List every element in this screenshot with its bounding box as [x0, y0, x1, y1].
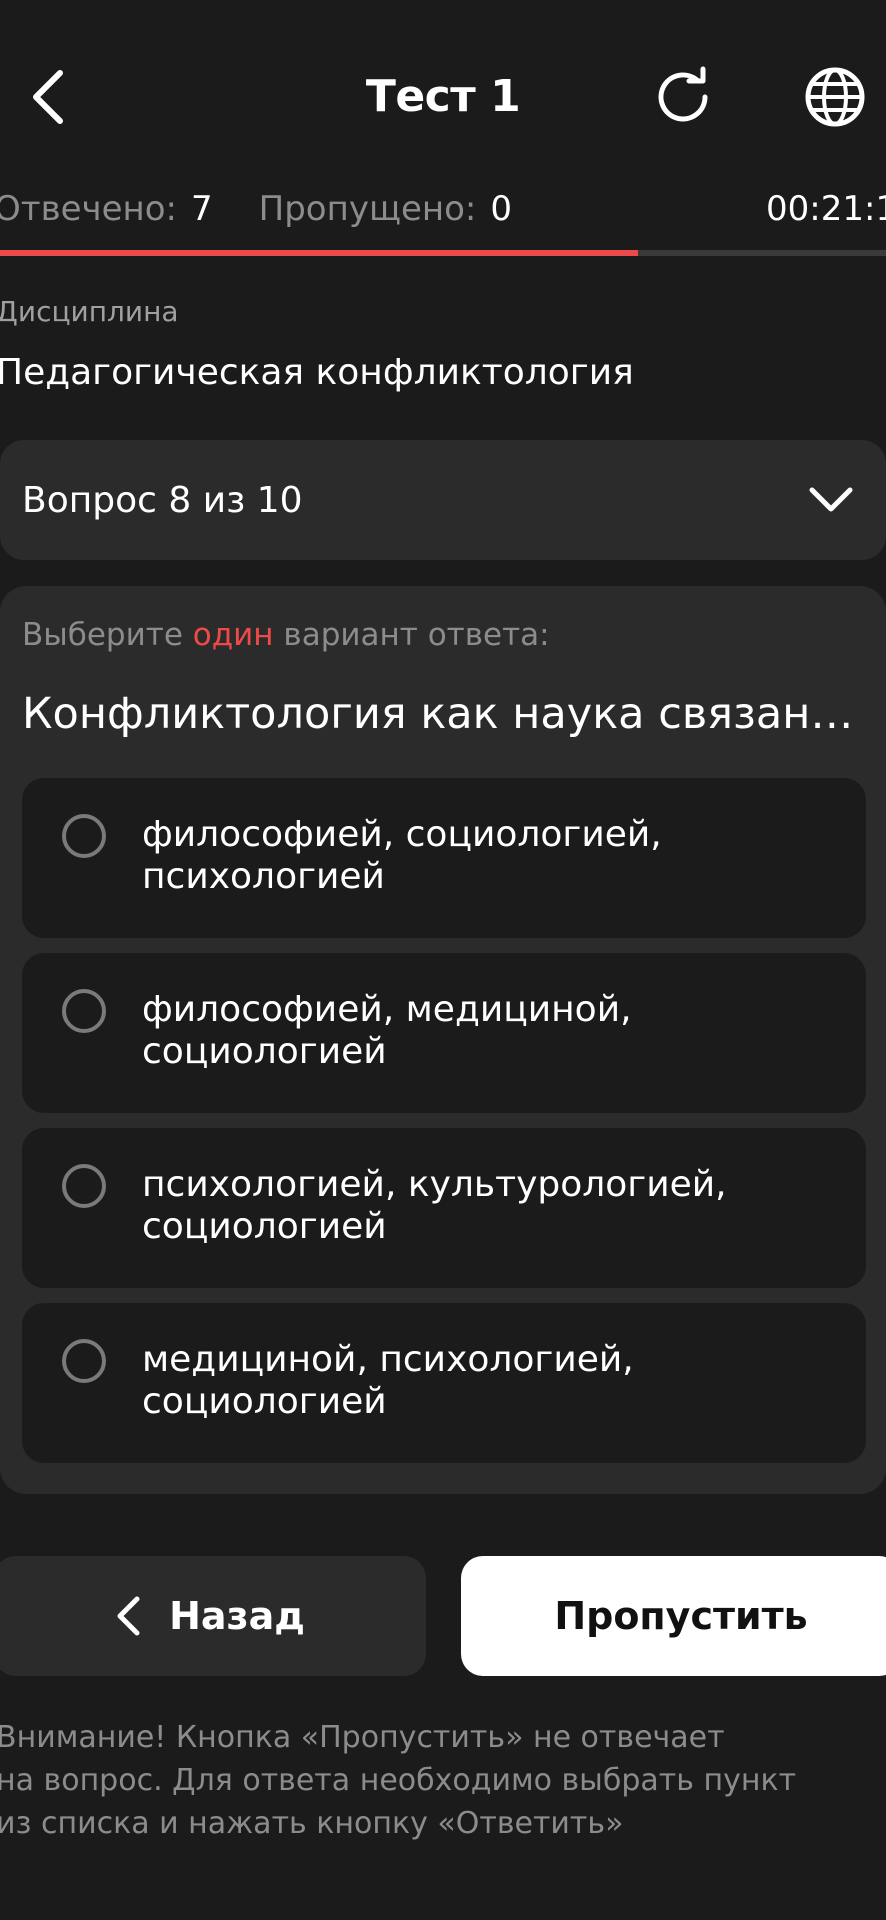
answer-option[interactable]: философией, медициной, социологией — [22, 953, 866, 1113]
refresh-button[interactable] — [643, 57, 723, 137]
answered-count: 7 — [191, 189, 213, 229]
skip-warning-note: Внимание! Кнопка «Пропустить» не отвечае… — [0, 1716, 876, 1845]
progress-fill — [0, 250, 638, 256]
refresh-icon — [658, 66, 708, 122]
note-line: Внимание! Кнопка «Пропустить» не отвечае… — [0, 1720, 725, 1755]
discipline-name: Педагогическая конфликтология — [0, 352, 634, 393]
note-line: на вопрос. Для ответа необходимо выбрать… — [0, 1763, 797, 1798]
answer-option-label: психологией, культурологией, социологией — [142, 1164, 727, 1247]
answer-option[interactable]: философией, социологией, психологией — [22, 778, 866, 938]
radio-button[interactable] — [62, 814, 106, 858]
skipped-count: 0 — [490, 189, 513, 229]
back-button[interactable]: Назад — [0, 1556, 426, 1676]
answer-option-label: философией, медициной, социологией — [142, 989, 632, 1072]
skip-button[interactable]: Пропустить — [461, 1556, 886, 1676]
answer-stats: Отвечено: 7 Пропущено: 0 — [0, 186, 558, 232]
skip-button-label: Пропустить — [554, 1594, 808, 1638]
progress-bar — [0, 250, 886, 256]
radio-button[interactable] — [62, 989, 106, 1033]
note-line: из списка и нажать кнопку «Ответить» — [0, 1806, 624, 1841]
radio-button[interactable] — [62, 1339, 106, 1383]
question-counter: Вопрос 8 из 10 — [22, 479, 303, 521]
chevron-down-icon — [808, 486, 854, 514]
answer-option[interactable]: медициной, психологией, социологией — [22, 1303, 866, 1463]
answer-option-label: медициной, психологией, социологией — [142, 1339, 634, 1422]
back-button-label: Назад — [169, 1594, 305, 1638]
chevron-left-icon — [117, 1596, 140, 1636]
instruction-highlight: один — [192, 617, 274, 653]
globe-icon — [805, 67, 865, 127]
page-title: Тест 1 — [365, 71, 521, 122]
language-button[interactable] — [795, 57, 875, 137]
answer-option-label: философией, социологией, психологией — [142, 814, 662, 897]
question-text: Конфликтология как наука связана с ... — [22, 689, 862, 739]
answer-instruction: Выберите один вариант ответа: — [22, 617, 550, 653]
radio-button[interactable] — [62, 1164, 106, 1208]
answer-option[interactable]: психологией, культурологией, социологией — [22, 1128, 866, 1288]
discipline-label: Дисциплина — [0, 295, 179, 328]
answered-label: Отвечено: — [0, 189, 178, 229]
question-selector[interactable]: Вопрос 8 из 10 — [0, 440, 886, 560]
skipped-label: Пропущено: — [258, 189, 477, 229]
timer: 00:21:11 — [766, 189, 886, 229]
